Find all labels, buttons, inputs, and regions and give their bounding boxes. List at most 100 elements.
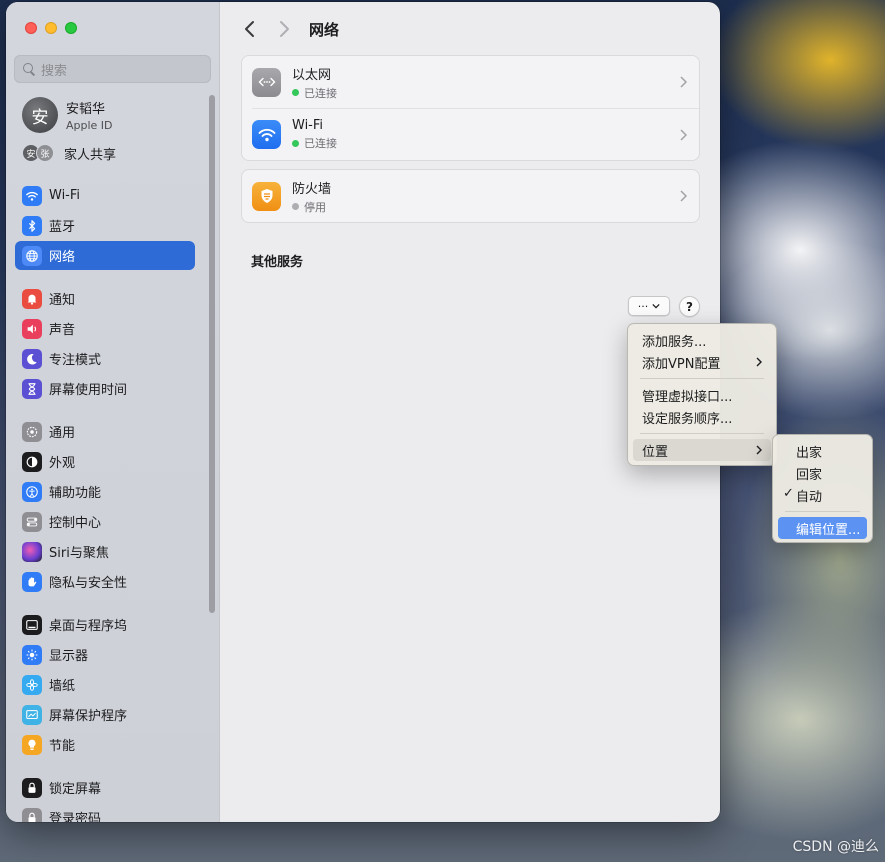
sidebar-item-general[interactable]: 通用 [15, 417, 195, 446]
chevron-right-icon [680, 190, 687, 202]
wifi-icon [22, 185, 42, 206]
location-item-edit-locations[interactable]: 编辑位置... [778, 517, 867, 539]
menu-item-label: 管理虚拟接口... [642, 389, 733, 405]
screensaver-icon [22, 704, 42, 725]
chevron-down-icon [652, 303, 660, 309]
sidebar-item-wallpaper[interactable]: 墙纸 [15, 670, 195, 699]
menu-item-label: 添加服务... [642, 334, 707, 350]
sidebar-scrollbar[interactable] [209, 95, 215, 613]
sidebar-item-label: 专注模式 [49, 353, 102, 368]
apple-id-account[interactable]: 安 安韬华 Apple ID [22, 97, 113, 133]
sidebar-item-label: 控制中心 [49, 516, 102, 531]
appearance-icon [22, 451, 42, 472]
search-field[interactable]: 搜索 [14, 55, 211, 83]
status-dot [292, 139, 299, 147]
avatar: 张 [36, 144, 54, 162]
hourglass-icon [22, 378, 42, 399]
sidebar-item-focus[interactable]: 专注模式 [15, 344, 195, 373]
sidebar-item-control-center[interactable]: 控制中心 [15, 507, 195, 536]
sidebar-item-appearance[interactable]: 外观 [15, 447, 195, 476]
sidebar-item-notifications[interactable]: 通知 [15, 284, 195, 313]
avatar: 安 [22, 97, 58, 133]
search-icon [23, 63, 35, 75]
toggles-icon [22, 511, 42, 532]
sidebar-item-label: 通用 [49, 426, 76, 441]
family-sharing[interactable]: 安 张 家人共享 [22, 143, 116, 163]
flower-icon [22, 674, 42, 695]
sidebar-item-siri-spotlight[interactable]: Siri与聚焦 [15, 537, 195, 566]
menu-separator [785, 511, 860, 512]
family-avatars: 安 张 [22, 143, 56, 163]
sidebar-item-energy-saver[interactable]: 节能 [15, 730, 195, 759]
sidebar: 搜索 安 安韬华 Apple ID 安 张 家人共享 Wi-Fi 蓝牙 网络 通… [6, 2, 220, 822]
forward-button[interactable] [276, 20, 292, 38]
menu-item-add-service[interactable]: 添加服务... [633, 329, 771, 351]
sidebar-item-displays[interactable]: 显示器 [15, 640, 195, 669]
bell-icon [22, 288, 42, 309]
sidebar-item-login-password[interactable]: 登录密码 [15, 803, 195, 822]
menu-item-label: 出家 [796, 445, 823, 461]
sidebar-item-privacy-security[interactable]: 隐私与安全性 [15, 567, 195, 596]
service-status: 停用 [304, 200, 326, 214]
service-row-ethernet[interactable]: 以太网 已连接 [242, 56, 699, 108]
sidebar-item-label: 辅助功能 [49, 486, 102, 501]
sidebar-item-screen-time[interactable]: 屏幕使用时间 [15, 374, 195, 403]
service-row-wifi[interactable]: Wi-Fi 已连接 [252, 108, 699, 160]
sidebar-item-wifi[interactable]: Wi-Fi [15, 181, 195, 210]
search-placeholder: 搜索 [41, 63, 68, 79]
sidebar-item-desktop-dock[interactable]: 桌面与程序坞 [15, 610, 195, 639]
menu-item-manage-virtual-interfaces[interactable]: 管理虚拟接口... [633, 384, 771, 406]
service-status: 已连接 [304, 86, 337, 100]
close-window-button[interactable] [25, 22, 37, 34]
firewall-card: 防火墙 停用 [241, 169, 700, 223]
sidebar-item-network[interactable]: 网络 [15, 241, 195, 270]
sidebar-item-lock-screen[interactable]: 锁定屏幕 [15, 773, 195, 802]
chevron-right-icon [680, 76, 687, 88]
sidebar-item-label: 桌面与程序坞 [49, 619, 128, 634]
gear-icon [22, 421, 42, 442]
back-button[interactable] [242, 20, 258, 38]
ethernet-icon [252, 67, 281, 97]
actions-menu: 添加服务... 添加VPN配置 管理虚拟接口... 设定服务顺序... 位置 [627, 323, 777, 466]
sidebar-item-label: Wi-Fi [49, 188, 81, 203]
speaker-icon [22, 318, 42, 339]
hand-icon [22, 571, 42, 592]
location-item-out[interactable]: 出家 [778, 440, 867, 462]
system-settings-window: 搜索 安 安韬华 Apple ID 安 张 家人共享 Wi-Fi 蓝牙 网络 通… [6, 2, 720, 822]
location-submenu: 出家 回家 ✓ 自动 编辑位置... [772, 434, 873, 543]
minimize-window-button[interactable] [45, 22, 57, 34]
sidebar-item-label: 隐私与安全性 [49, 576, 128, 591]
more-actions-button[interactable]: ··· [628, 296, 670, 316]
help-button[interactable]: ? [679, 296, 700, 317]
location-item-automatic[interactable]: ✓ 自动 [778, 484, 867, 506]
chevron-right-icon [756, 357, 762, 367]
sidebar-item-screen-saver[interactable]: 屏幕保护程序 [15, 700, 195, 729]
sidebar-item-sound[interactable]: 声音 [15, 314, 195, 343]
more-label: ··· [637, 299, 649, 313]
service-name: 以太网 [292, 67, 332, 83]
sidebar-item-label: 外观 [49, 456, 76, 471]
menu-item-label: 添加VPN配置 [642, 356, 721, 372]
sidebar-item-label: 显示器 [49, 649, 89, 664]
service-row-firewall[interactable]: 防火墙 停用 [242, 170, 699, 222]
sidebar-item-bluetooth[interactable]: 蓝牙 [15, 211, 195, 240]
zoom-window-button[interactable] [65, 22, 77, 34]
menu-item-location[interactable]: 位置 [633, 439, 771, 461]
sidebar-item-label: 蓝牙 [49, 220, 76, 235]
menu-item-add-vpn[interactable]: 添加VPN配置 [633, 351, 771, 373]
services-card: 以太网 已连接 Wi-Fi 已连接 [241, 55, 700, 161]
menu-item-set-service-order[interactable]: 设定服务顺序... [633, 406, 771, 428]
menu-item-label: 自动 [796, 489, 823, 505]
menu-separator [640, 433, 764, 434]
wifi-icon [252, 120, 281, 149]
sidebar-item-label: 通知 [49, 293, 76, 308]
sidebar-item-label: 节能 [49, 739, 76, 754]
bulb-icon [22, 734, 42, 755]
service-name: Wi-Fi [292, 118, 324, 133]
sidebar-item-label: Siri与聚焦 [49, 546, 109, 561]
lock-icon [22, 807, 42, 822]
sidebar-item-label: 墙纸 [49, 679, 76, 694]
sidebar-item-label: 声音 [49, 323, 76, 338]
location-item-home[interactable]: 回家 [778, 462, 867, 484]
sidebar-item-accessibility[interactable]: 辅助功能 [15, 477, 195, 506]
